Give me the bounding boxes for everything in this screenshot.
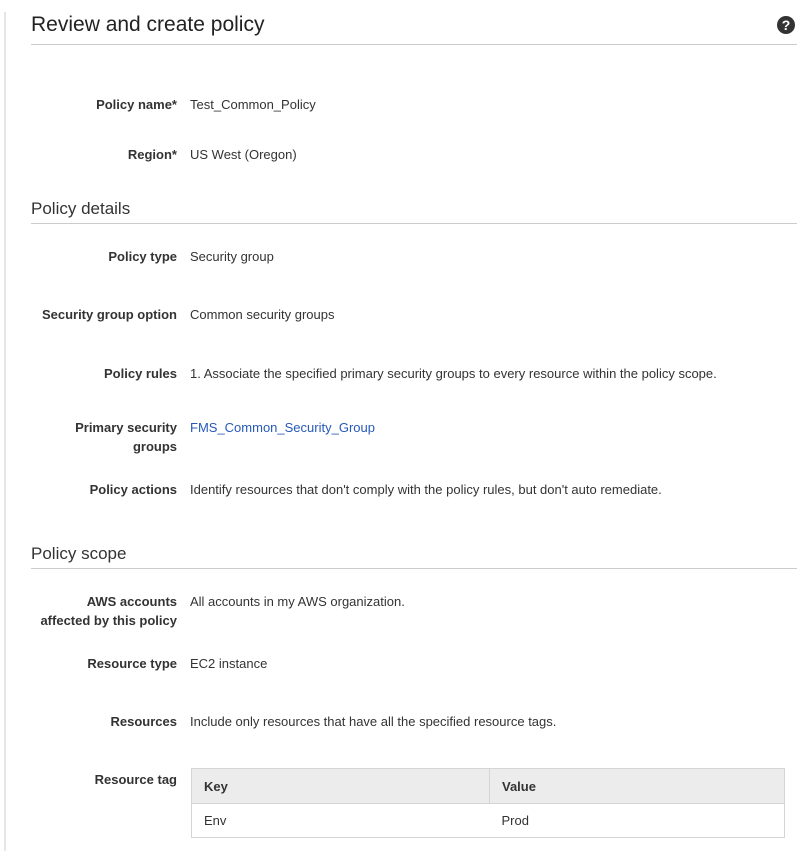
resource-tag-label: Resource tag <box>94 772 177 787</box>
policy-scope-header: Policy scope <box>31 544 797 569</box>
column-header-key: Key <box>191 768 490 804</box>
label-line-1: Primary security <box>75 420 177 435</box>
column-header-value: Value <box>489 768 785 804</box>
security-group-option-value: Common security groups <box>190 307 335 322</box>
tag-value-cell: Prod <box>501 813 529 828</box>
policy-actions-value: Identify resources that don't comply wit… <box>190 482 662 497</box>
aws-accounts-label: AWS accounts affected by this policy <box>17 592 177 630</box>
label-line-1: AWS accounts <box>86 594 177 609</box>
policy-name-value: Test_Common_Policy <box>190 97 316 112</box>
question-circle-icon[interactable]: ? <box>777 16 795 34</box>
policy-rules-label: Policy rules <box>104 366 177 381</box>
policy-details-title: Policy details <box>31 199 131 218</box>
policy-actions-label: Policy actions <box>89 482 177 497</box>
resources-label: Resources <box>110 714 177 729</box>
tag-key-cell: Env <box>204 813 227 828</box>
page-title: Review and create policy <box>31 13 265 36</box>
resources-value: Include only resources that have all the… <box>190 714 557 729</box>
primary-security-groups-value: FMS_Common_Security_Group <box>190 418 375 437</box>
policy-details-header: Policy details <box>31 199 797 224</box>
policy-rules-value: 1. Associate the specified primary secur… <box>190 366 717 381</box>
resource-type-value: EC2 instance <box>190 656 268 671</box>
label-line-2: groups <box>132 439 177 454</box>
policy-name-label: Policy name* <box>96 97 177 112</box>
resource-tag-table: Key Value Env Prod <box>191 768 785 838</box>
policy-scope-title: Policy scope <box>31 544 127 563</box>
page-header: Review and create policy ? <box>31 0 797 45</box>
policy-type-label: Policy type <box>108 249 177 264</box>
primary-security-groups-label: Primary security groups <box>17 418 177 456</box>
region-label: Region* <box>127 147 177 162</box>
left-border <box>4 12 6 851</box>
table-row: Env Prod <box>192 804 785 838</box>
resource-type-label: Resource type <box>87 656 177 671</box>
aws-accounts-value: All accounts in my AWS organization. <box>190 594 405 609</box>
policy-type-value: Security group <box>190 249 274 264</box>
security-group-option-label: Security group option <box>41 307 177 322</box>
label-line-2: affected by this policy <box>40 613 177 628</box>
security-group-link[interactable]: FMS_Common_Security_Group <box>190 420 375 435</box>
region-value: US West (Oregon) <box>190 147 297 162</box>
table-header-row: Key Value <box>191 768 785 804</box>
